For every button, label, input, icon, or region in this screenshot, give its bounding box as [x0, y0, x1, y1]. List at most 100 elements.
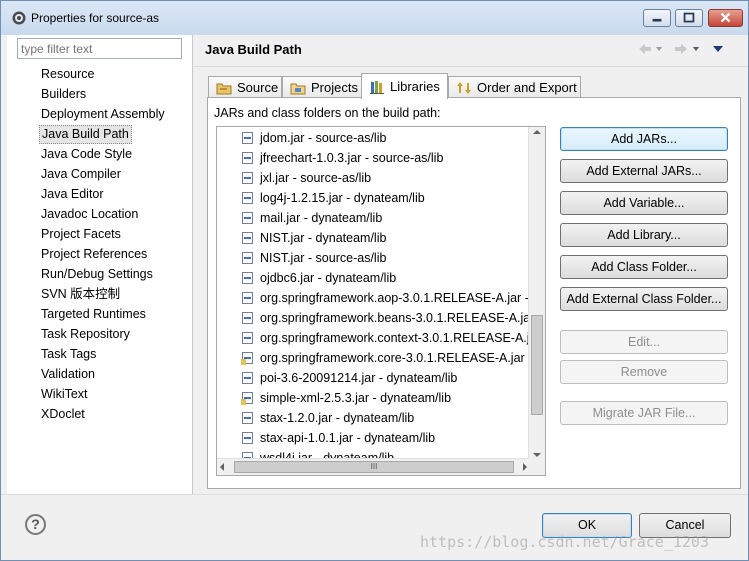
title-separator: [194, 66, 748, 67]
jar-file-icon: [242, 412, 253, 424]
jar-list-item[interactable]: log4j-1.2.15.jar - dynateam/lib: [241, 188, 425, 208]
jar-file-icon: [242, 332, 253, 344]
nav-item-wikitext[interactable]: WikiText: [39, 385, 90, 404]
jar-list-item[interactable]: org.springframework.context-3.0.1.RELEAS…: [241, 328, 530, 348]
add-external-jars-button[interactable]: Add External JARs...: [560, 159, 728, 183]
jar-list-item[interactable]: simple-xml-2.5.3.jar - dynateam/lib: [241, 388, 451, 408]
scroll-up-arrow-icon[interactable]: [533, 130, 541, 134]
properties-gear-icon: [12, 11, 26, 25]
jar-list-item[interactable]: stax-1.2.0.jar - dynateam/lib: [241, 408, 414, 428]
jar-label: jdom.jar - source-as/lib: [260, 131, 387, 145]
back-menu-chevron-icon[interactable]: [656, 47, 662, 51]
nav-item-deployment-assembly[interactable]: Deployment Assembly: [39, 105, 167, 124]
jar-list-item[interactable]: jfreechart-1.0.3.jar - source-as/lib: [241, 148, 443, 168]
nav-item-task-repository[interactable]: Task Repository: [39, 325, 132, 344]
jar-file-icon: [242, 312, 253, 324]
minimize-button[interactable]: [643, 9, 671, 27]
jar-file-icon: [242, 432, 253, 444]
title-bar[interactable]: Properties for source-as: [1, 1, 748, 35]
jar-list-item[interactable]: poi-3.6-20091214.jar - dynateam/lib: [241, 368, 457, 388]
jar-label: mail.jar - dynateam/lib: [260, 211, 383, 225]
jar-file-icon: [242, 292, 253, 304]
nav-item-project-facets[interactable]: Project Facets: [39, 225, 123, 244]
jar-label: org.springframework.beans-3.0.1.RELEASE-…: [260, 311, 531, 325]
watermark: https://blog.csdn.net/Grace_1203: [420, 533, 709, 551]
forward-arrow-icon[interactable]: [675, 44, 687, 54]
nav-item-java-build-path[interactable]: Java Build Path: [39, 125, 132, 144]
jar-list-item[interactable]: ojdbc6.jar - dynateam/lib: [241, 268, 396, 288]
back-arrow-icon[interactable]: [639, 44, 651, 54]
jar-file-icon: [242, 372, 253, 384]
add-library-button[interactable]: Add Library...: [560, 223, 728, 247]
jar-source-attached-icon: [241, 392, 253, 405]
jar-file-icon: [242, 272, 253, 284]
horizontal-scroll-thumb[interactable]: III: [234, 461, 514, 473]
nav-item-java-compiler[interactable]: Java Compiler: [39, 165, 123, 184]
jar-list[interactable]: jdom.jar - source-as/lib jfreechart-1.0.…: [216, 126, 546, 476]
jar-label: NIST.jar - dynateam/lib: [260, 231, 387, 245]
jar-file-icon: [242, 192, 253, 204]
tab-libraries[interactable]: Libraries: [361, 73, 448, 99]
add-external-class-folder-button[interactable]: Add External Class Folder...: [560, 287, 728, 311]
libraries-tab-panel: JARs and class folders on the build path…: [207, 97, 741, 489]
migrate-jar-button[interactable]: Migrate JAR File...: [560, 401, 728, 425]
jar-label: org.springframework.context-3.0.1.RELEAS…: [260, 331, 530, 345]
nav-item-validation[interactable]: Validation: [39, 365, 97, 384]
property-nav-pane: Resource Builders Deployment Assembly Ja…: [7, 35, 193, 495]
jar-list-item[interactable]: mail.jar - dynateam/lib: [241, 208, 382, 228]
minimize-icon: [652, 18, 662, 22]
add-class-folder-button[interactable]: Add Class Folder...: [560, 255, 728, 279]
tab-order-and-export-label: Order and Export: [477, 80, 577, 95]
nav-item-svn[interactable]: SVN 版本控制: [39, 285, 122, 304]
jar-list-item[interactable]: NIST.jar - dynateam/lib: [241, 228, 386, 248]
jar-label: org.springframework.core-3.0.1.RELEASE-A…: [260, 351, 525, 365]
nav-item-run-debug-settings[interactable]: Run/Debug Settings: [39, 265, 155, 284]
scroll-down-arrow-icon[interactable]: [533, 453, 541, 457]
nav-item-task-tags[interactable]: Task Tags: [39, 345, 98, 364]
jar-list-item[interactable]: org.springframework.aop-3.0.1.RELEASE-A.…: [241, 288, 529, 308]
add-variable-button[interactable]: Add Variable...: [560, 191, 728, 215]
add-jars-button[interactable]: Add JARs...: [560, 127, 728, 151]
vertical-scroll-thumb[interactable]: [531, 315, 543, 415]
jar-label: stax-1.2.0.jar - dynateam/lib: [260, 411, 415, 425]
scroll-left-arrow-icon[interactable]: [220, 463, 224, 471]
tab-source[interactable]: Source: [208, 76, 282, 98]
jar-file-icon: [242, 252, 253, 264]
tab-projects-label: Projects: [311, 80, 358, 95]
view-menu-icon[interactable]: [713, 46, 723, 52]
jar-label: NIST.jar - source-as/lib: [260, 251, 387, 265]
tab-projects[interactable]: Projects: [282, 76, 362, 98]
nav-item-targeted-runtimes[interactable]: Targeted Runtimes: [39, 305, 148, 324]
maximize-button[interactable]: [675, 9, 703, 27]
scroll-right-arrow-icon[interactable]: [523, 463, 527, 471]
jar-list-item[interactable]: jxl.jar - source-as/lib: [241, 168, 371, 188]
nav-item-xdoclet[interactable]: XDoclet: [39, 405, 87, 424]
jar-list-item[interactable]: jdom.jar - source-as/lib: [241, 128, 386, 148]
nav-item-java-editor[interactable]: Java Editor: [39, 185, 106, 204]
filter-input[interactable]: [17, 38, 182, 59]
window-title: Properties for source-as: [31, 11, 160, 25]
horizontal-scrollbar[interactable]: III: [217, 458, 530, 475]
footer-separator: [1, 494, 748, 495]
nav-item-java-code-style[interactable]: Java Code Style: [39, 145, 134, 164]
vertical-scrollbar[interactable]: [528, 127, 545, 460]
remove-button[interactable]: Remove: [560, 360, 728, 384]
jar-list-item[interactable]: NIST.jar - source-as/lib: [241, 248, 386, 268]
nav-item-resource[interactable]: Resource: [39, 65, 97, 84]
close-button[interactable]: [708, 9, 743, 27]
forward-menu-chevron-icon[interactable]: [693, 47, 699, 51]
edit-button[interactable]: Edit...: [560, 330, 728, 354]
tab-source-label: Source: [237, 80, 279, 95]
tab-order-and-export[interactable]: Order and Export: [448, 76, 581, 98]
page-title: Java Build Path: [205, 42, 302, 57]
jar-list-item[interactable]: org.springframework.core-3.0.1.RELEASE-A…: [241, 348, 525, 368]
nav-item-builders[interactable]: Builders: [39, 85, 88, 104]
jar-list-item[interactable]: stax-api-1.0.1.jar - dynateam/lib: [241, 428, 435, 448]
content-pane: Java Build Path Source Projects Librarie…: [194, 35, 748, 495]
nav-item-javadoc-location[interactable]: Javadoc Location: [39, 205, 140, 224]
jar-list-item[interactable]: org.springframework.beans-3.0.1.RELEASE-…: [241, 308, 530, 328]
nav-item-project-references[interactable]: Project References: [39, 245, 149, 264]
jar-file-icon: [242, 232, 253, 244]
help-icon[interactable]: ?: [25, 514, 46, 535]
scroll-corner: [528, 458, 545, 475]
